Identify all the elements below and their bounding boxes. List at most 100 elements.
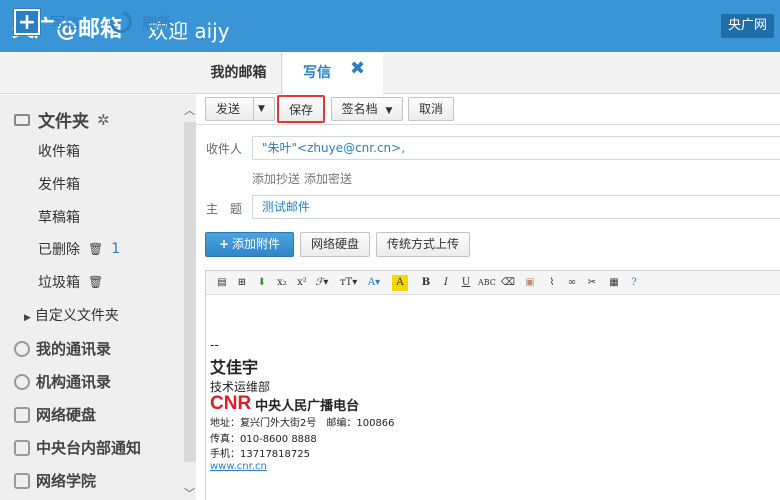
signature-dashes: -- <box>210 338 219 352</box>
table-icon[interactable]: ▦ <box>606 275 622 291</box>
cc-links: 添加抄送 添加密送 <box>252 170 356 187</box>
top-toolbar <box>0 52 780 94</box>
folder-icon <box>14 113 30 126</box>
chevron-down-icon: ▼ <box>385 106 393 116</box>
sidebar-item-label: 收件箱 <box>38 144 80 160</box>
cnr-logo: CNR <box>210 393 252 414</box>
section-label: 机构通讯录 <box>36 373 112 391</box>
signature-mobile: 手机：13717818725 <box>210 449 310 460</box>
button-divider <box>253 98 254 120</box>
subject-field[interactable]: 测试邮件 <box>252 195 780 219</box>
signature-org: CNR 中央人民广播电台 <box>210 393 359 415</box>
superscript-icon[interactable]: x² <box>294 275 310 291</box>
editor-frame[interactable] <box>205 270 780 500</box>
organization-icon <box>14 373 30 390</box>
add-bcc-link[interactable]: 添加密送 <box>304 172 352 186</box>
plus-icon: + <box>218 237 230 251</box>
eraser-icon[interactable]: ⌫ <box>500 275 516 291</box>
sidebar-item-spam[interactable]: 垃圾箱 🗑 <box>38 272 103 292</box>
to-field[interactable]: "朱叶"<zhuye@cnr.cn>, <box>252 136 780 160</box>
add-cc-link[interactable]: 添加抄送 <box>252 172 300 186</box>
classic-upload-button[interactable]: 传统方式上传 <box>376 232 470 257</box>
unlink-icon[interactable]: ✂ <box>584 275 600 291</box>
compose-button[interactable]: + 写信 <box>13 8 81 36</box>
refresh-label: 刷新 <box>142 13 173 32</box>
tab-my-mailbox[interactable]: 我的邮箱 <box>196 53 282 94</box>
font-family-icon[interactable]: ℱ▾ <box>314 275 330 291</box>
strikethrough-icon[interactable]: ABC <box>478 275 496 291</box>
message-icon <box>14 439 30 456</box>
font-size-icon[interactable]: ᴛT▾ <box>340 275 357 291</box>
send-label: 发送 <box>216 102 241 116</box>
plus-icon: + <box>13 8 41 36</box>
section-label: 网络学院 <box>36 472 97 490</box>
custom-folder-toggle[interactable]: ▶ 自定义文件夹 <box>24 305 119 325</box>
close-tab-icon[interactable]: ✖ <box>350 58 365 79</box>
folder-title: 文件夹 <box>38 112 89 132</box>
scroll-up-icon[interactable]: ︿ <box>184 102 195 118</box>
sidebar-item-outbox[interactable]: 发件箱 <box>38 174 80 194</box>
help-icon[interactable]: ? <box>626 275 642 291</box>
net-disk-button[interactable]: 网络硬盘 <box>300 232 370 257</box>
sidebar-item-academy[interactable]: 网络学院 <box>14 470 96 491</box>
scroll-down-icon[interactable]: ﹀ <box>184 485 195 500</box>
contact-icon <box>14 340 30 357</box>
highlight-icon[interactable]: A <box>392 275 408 291</box>
folder-header: 文件夹 ✲ <box>14 107 110 132</box>
custom-folder-label: 自定义文件夹 <box>34 308 119 324</box>
signature-button[interactable]: 签名档 ▼ <box>331 97 403 121</box>
sidebar-item-notices[interactable]: 中央台内部通知 <box>14 437 141 458</box>
attach-label: 添加附件 <box>232 237 281 251</box>
signature-label: 签名档 <box>341 102 378 116</box>
compose-label: 写信 <box>50 13 81 32</box>
italic-icon[interactable]: I <box>438 275 454 291</box>
trash-icon[interactable]: 🗑 <box>88 242 103 256</box>
sidebar-item-net-disk[interactable]: 网络硬盘 <box>14 404 96 425</box>
site-link-button[interactable]: 央广网 <box>720 14 774 38</box>
subscript-icon[interactable]: x₂ <box>274 275 290 291</box>
refresh-button[interactable]: 刷新 <box>105 6 173 38</box>
source-icon[interactable]: ▤ <box>214 275 230 291</box>
sidebar-item-org-contacts[interactable]: 机构通讯录 <box>14 371 111 392</box>
trash-icon[interactable]: 🗑 <box>88 275 103 289</box>
sidebar-item-label: 已删除 <box>38 242 80 258</box>
signature-name: 艾佳宇 <box>210 358 259 377</box>
sidebar-item-label: 草稿箱 <box>38 210 80 226</box>
format-icon[interactable]: ⊞ <box>234 275 250 291</box>
subject-label: 主 题 <box>206 202 243 216</box>
sidebar-item-inbox[interactable]: 收件箱 <box>38 141 80 161</box>
send-button[interactable]: 发送 ▼ <box>205 97 275 121</box>
disk-icon <box>14 406 30 423</box>
chevron-down-icon[interactable]: ▼ <box>258 98 265 120</box>
image-icon[interactable]: ▣ <box>522 275 538 291</box>
sidebar-item-deleted[interactable]: 已删除 🗑 1 <box>38 239 120 259</box>
deleted-count: 1 <box>111 241 121 257</box>
signature-website-link[interactable]: www.cnr.cn <box>210 461 267 472</box>
link-icon[interactable]: ∞ <box>564 275 580 291</box>
section-label: 我的通讯录 <box>36 340 112 358</box>
gear-icon[interactable]: ✲ <box>97 111 110 129</box>
attachment-icon[interactable]: ⌇ <box>544 275 560 291</box>
sidebar-item-contacts[interactable]: 我的通讯录 <box>14 338 111 359</box>
sidebar-item-label: 垃圾箱 <box>38 275 80 291</box>
sidebar-item-label: 发件箱 <box>38 177 80 193</box>
paste-icon[interactable]: ⬇ <box>254 275 270 291</box>
to-label: 收件人 <box>206 142 243 156</box>
refresh-icon <box>105 6 137 38</box>
signature-address: 地址：复兴门外大街2号 邮编：100866 <box>210 418 395 429</box>
section-label: 网络硬盘 <box>36 406 97 424</box>
add-attachment-button[interactable]: + 添加附件 <box>205 232 294 257</box>
cancel-button[interactable]: 取消 <box>408 97 454 121</box>
expand-triangle-icon: ▶ <box>24 313 31 323</box>
bold-icon[interactable]: B <box>418 275 434 291</box>
signature-fax: 传真：010-8600 8888 <box>210 434 317 445</box>
sidebar-item-drafts[interactable]: 草稿箱 <box>38 207 80 227</box>
section-label: 中央台内部通知 <box>36 439 142 457</box>
save-button[interactable]: 保存 <box>277 95 325 123</box>
org-name: 中央人民广播电台 <box>255 398 360 414</box>
tab-compose[interactable]: 写信 <box>283 53 383 95</box>
font-color-icon[interactable]: A▾ <box>366 275 382 291</box>
home-icon <box>14 472 30 489</box>
underline-icon[interactable]: U <box>458 275 474 291</box>
scrollbar-thumb[interactable] <box>184 122 196 462</box>
